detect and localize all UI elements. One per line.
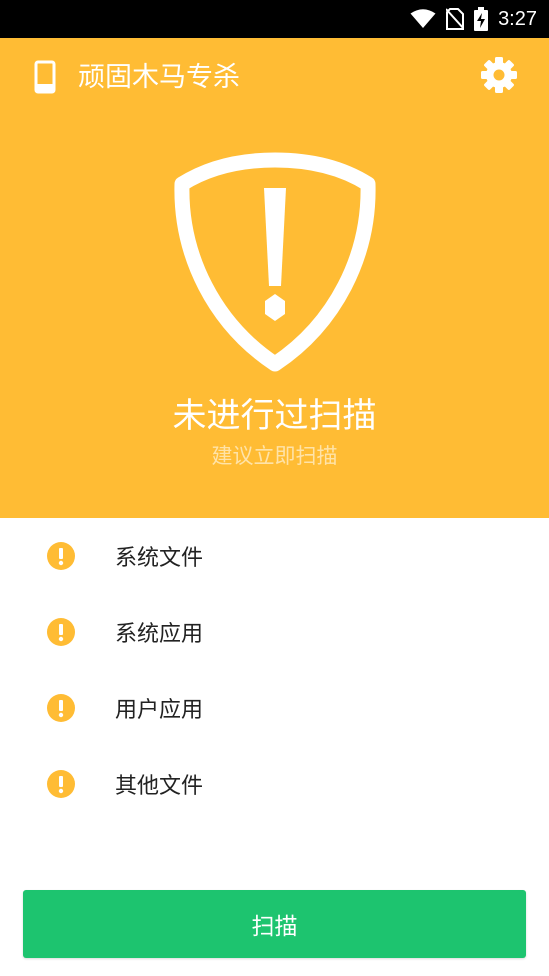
- list-item-user-apps: 用户应用: [0, 670, 549, 746]
- shield-warning-icon: [174, 152, 376, 372]
- scan-button[interactable]: 扫描: [23, 890, 526, 958]
- status-icons: 3:27: [410, 0, 537, 38]
- list-item-label: 系统应用: [115, 622, 204, 647]
- scan-item-list: 系统文件 系统应用 用户应用 其他文件: [0, 518, 549, 822]
- list-item-label: 系统文件: [115, 546, 204, 571]
- status-bar: 3:27: [0, 0, 549, 38]
- warning-icon: [47, 770, 75, 798]
- warning-icon: [47, 694, 75, 722]
- list-item-other-files: 其他文件: [0, 746, 549, 822]
- gear-icon[interactable]: [480, 56, 518, 94]
- list-item-system-apps: 系统应用: [0, 594, 549, 670]
- app-title: 顽固木马专杀: [78, 62, 240, 93]
- phone-icon: [34, 60, 56, 94]
- warning-icon: [47, 618, 75, 646]
- scan-hint-text: 建议立即扫描: [211, 444, 338, 468]
- hero-panel: 顽固木马专杀 未进行过扫描 建议立即扫描: [0, 38, 549, 518]
- list-item-system-files: 系统文件: [0, 518, 549, 594]
- list-item-label: 其他文件: [115, 774, 204, 799]
- battery-charging-icon: [474, 7, 489, 31]
- warning-icon: [47, 542, 75, 570]
- scan-status-text: 未进行过扫描: [172, 396, 377, 436]
- wifi-icon: [410, 9, 436, 28]
- no-sim-icon: [446, 8, 465, 30]
- list-item-label: 用户应用: [115, 698, 204, 723]
- status-time: 3:27: [498, 7, 537, 30]
